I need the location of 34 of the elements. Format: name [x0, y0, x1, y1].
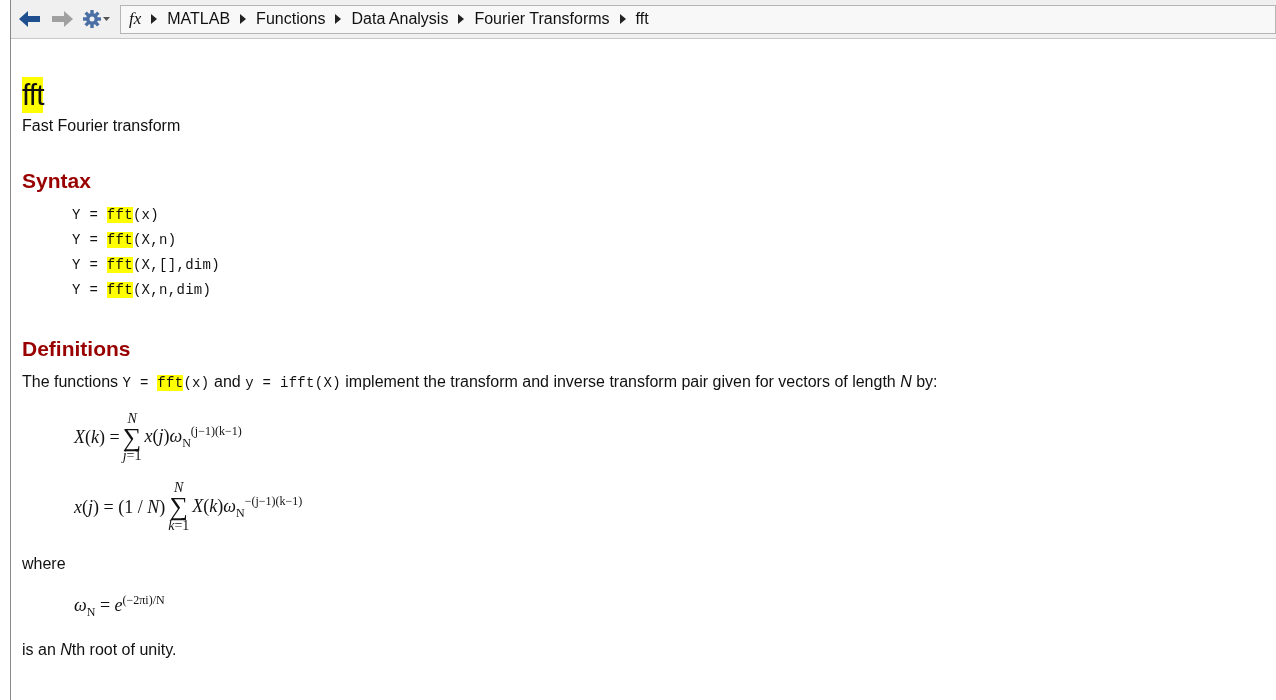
section-heading: Definitions — [22, 337, 132, 361]
syntax-line: Y = fft(x) — [72, 206, 160, 225]
chevron-icon — [619, 14, 626, 24]
chevron-icon — [240, 14, 247, 24]
paragraph: where — [22, 553, 67, 574]
function-marker: fx — [129, 9, 142, 29]
settings-icon — [83, 10, 101, 28]
chevron-icon — [151, 14, 158, 24]
section-heading: Syntax — [22, 169, 92, 193]
breadcrumb-link[interactable]: MATLAB — [167, 10, 231, 28]
breadcrumb-link[interactable]: Fourier Transforms — [474, 10, 610, 28]
back-button[interactable] — [19, 11, 41, 27]
sum-symbol: ∑ — [169, 495, 188, 519]
equation-term: X(k) = — [74, 427, 120, 449]
forward-arrow-icon — [51, 11, 73, 27]
sum-limit: N — [174, 481, 184, 496]
paragraph: is an Nth root of unity. — [22, 640, 178, 661]
breadcrumb-link[interactable]: Functions — [256, 10, 326, 28]
syntax-line: Y = fft(X,[],dim) — [72, 256, 220, 275]
syntax-line: Y = fft(X,n) — [72, 231, 177, 250]
sum-limit: N — [127, 412, 137, 426]
equation-term: ω$_{N}$ = e$^{(−2πi)/N}$ — [74, 592, 165, 620]
chevron-icon — [458, 14, 465, 24]
sum-symbol: ∑ — [122, 426, 142, 450]
settings-button[interactable] — [83, 10, 110, 28]
page-subtitle: Fast Fourier transform — [22, 117, 182, 135]
chevron-icon — [335, 14, 342, 24]
paragraph: The functions Y = fft(x) and y = ifft(X) implement the transform and inverse transform pair given for vectors of length N by: — [22, 372, 939, 393]
breadcrumb-link[interactable]: fft — [635, 10, 649, 28]
back-arrow-icon — [19, 11, 41, 27]
syntax-line: Y = fft(X,n,dim) — [72, 281, 212, 300]
caret-icon — [103, 17, 110, 21]
breadcrumb-link[interactable]: Data Analysis — [351, 10, 449, 28]
equation-term: x(j) = (1 / N) — [74, 496, 166, 518]
